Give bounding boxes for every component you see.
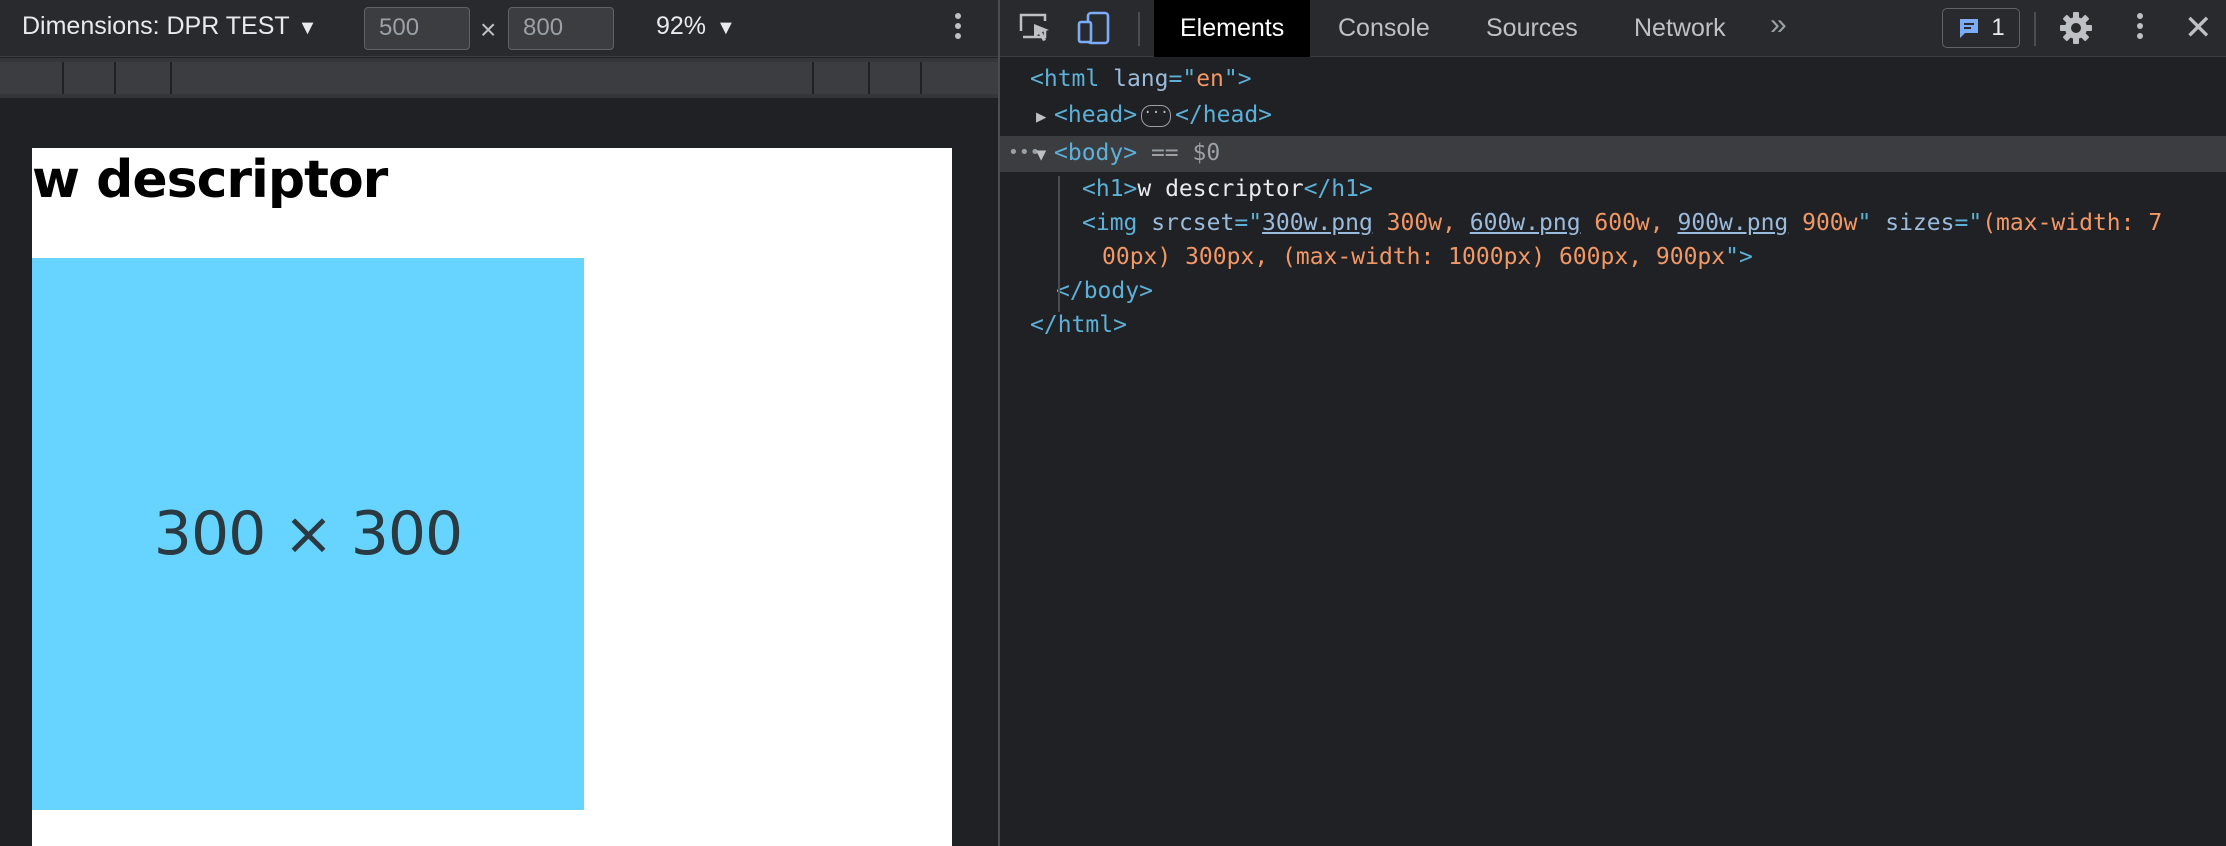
dom-node-h1[interactable]: <h1>w descriptor</h1> bbox=[1082, 172, 1373, 206]
lang-value: en bbox=[1196, 66, 1224, 92]
inspect-element-icon[interactable] bbox=[1018, 10, 1054, 46]
dom-node-img[interactable]: <img srcset="300w.png 300w, 600w.png 600… bbox=[1082, 206, 2162, 240]
height-input[interactable]: 800 bbox=[508, 7, 614, 50]
media-query-segment[interactable] bbox=[116, 62, 172, 94]
image-dimensions-label: 300 × 300 bbox=[153, 499, 463, 569]
dom-node-html[interactable]: <html lang="en"> bbox=[1030, 62, 1252, 96]
device-toggle-icon[interactable] bbox=[1076, 10, 1112, 46]
message-icon bbox=[1960, 19, 1979, 38]
h1-open-tag: <h1> bbox=[1082, 176, 1138, 202]
media-query-segment[interactable] bbox=[870, 62, 922, 94]
attr-eq: =" bbox=[1954, 210, 1983, 236]
media-query-bar bbox=[0, 58, 998, 98]
toolbar-separator bbox=[1138, 12, 1140, 46]
body-close-tag: </body> bbox=[1056, 278, 1153, 304]
collapse-triangle-icon[interactable]: ▼ bbox=[1036, 138, 1054, 172]
gear-icon[interactable] bbox=[2058, 10, 2094, 46]
issues-count: 1 bbox=[1991, 14, 2005, 41]
body-open-tag: <body> bbox=[1054, 140, 1138, 166]
dimensions-label: Dimensions: DPR TEST bbox=[22, 12, 290, 40]
tab-elements[interactable]: Elements bbox=[1154, 0, 1311, 57]
tab-sources[interactable]: Sources bbox=[1460, 0, 1604, 57]
more-tabs-icon[interactable]: » bbox=[1770, 8, 1787, 42]
close-icon[interactable]: ✕ bbox=[2184, 8, 2213, 48]
sizes-value-continued: 00px) 300px, (max-width: 1000px) 600px, … bbox=[1102, 244, 1726, 270]
srcset-attribute: srcset bbox=[1151, 210, 1235, 236]
times-symbol: × bbox=[480, 14, 497, 45]
html-open-tag: <html bbox=[1030, 66, 1100, 92]
head-close-tag: </head> bbox=[1175, 102, 1273, 128]
srcset-link-900w[interactable]: 900w.png bbox=[1677, 210, 1788, 236]
device-toolbar: Dimensions: DPR TEST ▼ 500 × 800 92% ▼ bbox=[0, 0, 998, 57]
issues-button[interactable]: 1 bbox=[1942, 8, 2020, 48]
attr-eq: =" bbox=[1234, 210, 1263, 236]
collapsed-ellipsis-icon[interactable]: ··· bbox=[1141, 104, 1172, 127]
expand-triangle-icon[interactable]: ▶ bbox=[1036, 100, 1054, 134]
img-close: "> bbox=[1725, 244, 1753, 270]
caret-down-icon: ▼ bbox=[716, 17, 736, 39]
html-close-tag: </html> bbox=[1030, 312, 1127, 338]
attr-close: " bbox=[1857, 210, 1872, 236]
attr-close: "> bbox=[1223, 66, 1252, 92]
selected-node-marker: == $0 bbox=[1150, 140, 1221, 166]
toolbar-separator bbox=[2034, 12, 2036, 46]
h1-text: w descriptor bbox=[1137, 176, 1304, 202]
tab-network[interactable]: Network bbox=[1608, 0, 1752, 57]
media-query-segment[interactable] bbox=[172, 62, 814, 94]
devtools-toolbar: Elements Console Sources Network » 1 ✕ bbox=[1000, 0, 2226, 57]
placeholder-image: 300 × 300 bbox=[32, 258, 584, 810]
h1-close-tag: </h1> bbox=[1303, 176, 1373, 202]
dom-node-html-close[interactable]: </html> bbox=[1030, 308, 1127, 342]
dom-node-img-wrap: 00px) 300px, (max-width: 1000px) 600px, … bbox=[1102, 240, 1753, 274]
dimensions-dropdown[interactable]: Dimensions: DPR TEST ▼ bbox=[22, 12, 317, 41]
srcset-descriptor: 900w bbox=[1788, 210, 1858, 236]
head-open-tag: <head> bbox=[1054, 102, 1138, 128]
zoom-dropdown[interactable]: 92% ▼ bbox=[656, 12, 736, 41]
sizes-attribute: sizes bbox=[1885, 210, 1955, 236]
srcset-link-300w[interactable]: 300w.png bbox=[1262, 210, 1373, 236]
more-options-icon[interactable] bbox=[948, 10, 968, 46]
customize-devtools-icon[interactable] bbox=[2130, 10, 2150, 46]
srcset-link-600w[interactable]: 600w.png bbox=[1470, 210, 1581, 236]
media-query-segment[interactable] bbox=[922, 62, 998, 94]
media-query-segment[interactable] bbox=[0, 62, 64, 94]
lang-attribute: lang bbox=[1113, 66, 1169, 92]
dom-node-body-close[interactable]: </body> bbox=[1056, 274, 1153, 308]
srcset-descriptor: 600w, bbox=[1580, 210, 1678, 236]
indent-guide bbox=[1058, 176, 1060, 312]
srcset-descriptor: 300w, bbox=[1372, 210, 1470, 236]
sizes-value: (max-width: 7 bbox=[1982, 210, 2163, 236]
zoom-value: 92% bbox=[656, 12, 707, 40]
attr-eq: =" bbox=[1168, 66, 1197, 92]
media-query-segment[interactable] bbox=[814, 62, 870, 94]
page-heading: w descriptor bbox=[32, 150, 388, 210]
media-query-segment[interactable] bbox=[64, 62, 116, 94]
dom-node-head[interactable]: ▶ <head> ··· </head> bbox=[1036, 98, 1272, 132]
emulated-viewport: w descriptor 300 × 300 bbox=[32, 148, 952, 846]
tab-console[interactable]: Console bbox=[1312, 0, 1456, 57]
devtools-panel: Elements Console Sources Network » 1 ✕ <… bbox=[1000, 0, 2226, 846]
width-input[interactable]: 500 bbox=[364, 7, 470, 50]
img-open-tag: <img bbox=[1082, 210, 1138, 236]
caret-down-icon: ▼ bbox=[297, 17, 318, 39]
device-emulation-pane: Dimensions: DPR TEST ▼ 500 × 800 92% ▼ w d… bbox=[0, 0, 998, 846]
dom-node-body[interactable]: ••• ▼ <body> == $0 bbox=[1000, 136, 2226, 170]
